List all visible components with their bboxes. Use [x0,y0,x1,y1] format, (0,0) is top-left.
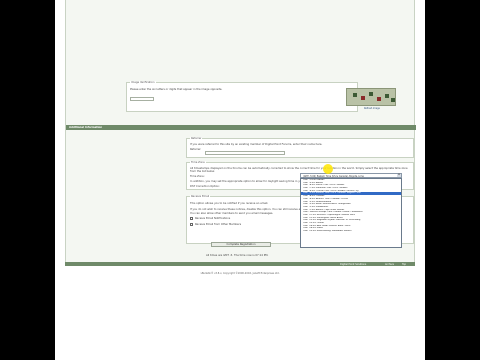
referrer-legend: Referrer [190,137,203,140]
messaging-legend: Receive Email [190,195,211,198]
referrer-text: If you were referred to this site by an … [190,143,323,146]
messaging-text-3: You can also allow other members to send… [190,212,274,215]
image-verification-legend: Image Verification [130,81,156,84]
timezone-label: Time Zone: [190,175,205,178]
footer-link-top[interactable]: Top [402,263,406,266]
complete-registration-button[interactable]: Complete Registration [211,242,271,247]
footer-bar: Digital Point Solutions Archive Top [65,262,415,266]
additional-info-title: Additional Information [69,126,103,129]
chevron-down-icon[interactable]: ▼ [397,174,401,177]
receive-notifications-checkbox[interactable] [190,217,193,220]
cursor-highlight [323,164,333,174]
image-verification-input[interactable] [130,97,154,101]
time-note: All times are GMT -5. The time now is 07… [206,254,269,257]
referrer-panel: Referrer If you were referred to this si… [186,137,414,158]
referrer-input[interactable] [205,151,285,155]
messaging-text-1: This option allows you to be notified if… [190,202,269,205]
captcha-image [346,88,396,106]
browser-page: Image Verification Please enter the six … [55,0,425,360]
image-verification-instructions: Please enter the six letters or digits t… [130,88,223,91]
receive-email-checkbox[interactable] [190,223,193,226]
image-verification-panel: Image Verification Please enter the six … [126,81,358,112]
copyright-text: vBulletin® v3.8.x, Copyright ©2000-20XX,… [200,272,280,275]
timezone-dropdown-list[interactable]: (GMT -10:00) Hawaii (GMT -9:00) Alaska (GM… [300,178,402,248]
referrer-label: Referrer: [190,148,202,151]
timezone-option[interactable]: (GMT +5:00) Ekaterinburg, Islamabad, Kar… [301,230,401,233]
messaging-text-2: If you do not wish to receive these noti… [190,208,307,211]
footer-link-archive[interactable]: Archive [385,263,394,266]
footer-link-dps[interactable]: Digital Point Solutions [340,263,366,266]
receive-email-label: Receive Email from Other Members [195,223,242,226]
receive-notifications-label: Receive Email Notifications [195,217,231,220]
additional-info-header: Additional Information [66,125,416,130]
dst-label: DST Correction Option: [190,185,220,188]
timezone-legend: Time Zone [190,161,206,164]
refresh-image-link[interactable]: Refresh Image [364,107,380,110]
